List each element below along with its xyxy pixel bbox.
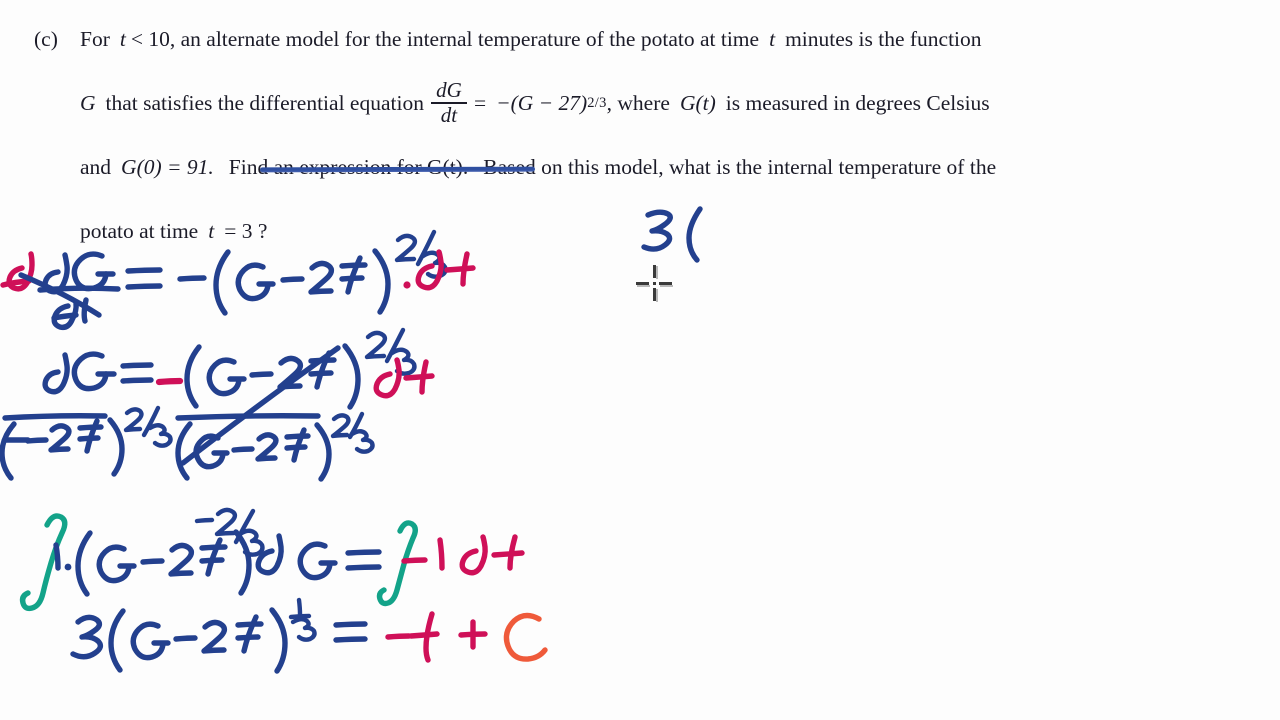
line4-var-t: t xyxy=(208,219,215,244)
line1-var-t: t xyxy=(119,27,126,52)
line2-rhs-exponent: 2/3 xyxy=(587,94,607,111)
hand-drawn-underline xyxy=(259,166,536,173)
line2-text-a: that satisfies the differential equation xyxy=(105,91,424,116)
cursor-arm-right xyxy=(659,282,672,285)
line4-equals-value: = 3 ? xyxy=(224,219,268,244)
ink-step-2 xyxy=(0,327,435,482)
line3-initial-condition: G(0) = 91. xyxy=(121,155,214,180)
cursor-shadow-top xyxy=(656,266,658,279)
problem-line-4: potato at time t = 3 ? xyxy=(34,200,1240,264)
line2-var-G: G xyxy=(80,91,96,116)
line3-text-a: and xyxy=(80,155,112,180)
problem-line-1: (c) For t < 10, an alternate model for the … xyxy=(34,8,1240,72)
line2-rhs: −(G − 27) xyxy=(496,91,588,116)
line1-relation: < 10, an alternate model for the interna… xyxy=(130,27,760,52)
cursor-shadow-left xyxy=(637,285,650,287)
problem-label: (c) xyxy=(34,27,58,52)
cursor-shadow-right xyxy=(660,285,673,287)
printed-problem-text: (c) For t < 10, an alternate model for the … xyxy=(0,0,1280,264)
line1-lead: For xyxy=(80,27,110,52)
problem-line-3: andG(0) = 91.Find an expression for G(t)… xyxy=(34,136,1240,200)
line1-var-t2: t xyxy=(769,27,776,52)
line2-text-b: , where xyxy=(606,91,670,116)
line3-text-b: Based on this model, what is the interna… xyxy=(483,155,997,180)
cursor-arm-left xyxy=(636,282,649,285)
ink-step-4 xyxy=(70,597,548,674)
line4-text: potato at time xyxy=(80,219,199,244)
problem-line-2: Gthat satisfies the differential equatio… xyxy=(34,72,1240,136)
ink-step-3 xyxy=(19,507,525,612)
cursor-arm-bottom xyxy=(653,288,656,301)
line2-var-Gt: G(t) xyxy=(679,91,716,116)
line2-text-c: is measured in degrees Celsius xyxy=(725,91,990,116)
fraction-numerator: dG xyxy=(436,78,462,103)
cursor-arm-top xyxy=(653,265,656,278)
line2-equals: = xyxy=(473,91,487,116)
crosshair-pen-cursor[interactable] xyxy=(636,265,673,302)
cursor-center-dot xyxy=(653,282,656,285)
cursor-shadow-bottom xyxy=(656,289,658,302)
derivative-fraction: dG dt xyxy=(430,78,467,127)
fraction-denominator: dt xyxy=(440,102,458,127)
line1-tail: minutes is the function xyxy=(785,27,982,52)
